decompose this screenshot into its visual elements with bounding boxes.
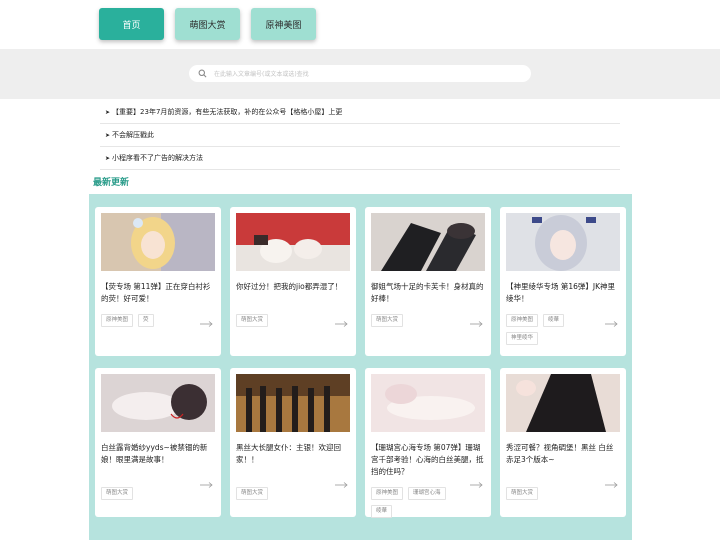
section-title: 最新更新 bbox=[93, 178, 130, 188]
post-thumbnail[interactable] bbox=[371, 374, 485, 432]
tag-list: 原神美图 绫華 神里绫华 bbox=[506, 314, 594, 345]
search-icon bbox=[198, 69, 207, 78]
notice-list: ➤ 【重要】23年7月前资源，有些无法获取，补的在公众号【格格小屋】上更 ➤ 不会解… bbox=[100, 101, 620, 170]
post-card[interactable]: 秀涩可餐？视角碉堡！黑丝 白丝 赤足3个版本~ 萌图大赏 bbox=[500, 368, 626, 517]
post-thumbnail[interactable] bbox=[506, 213, 620, 271]
notice-text: 不会解压戳此 bbox=[112, 131, 155, 139]
search-band: 在此输入文章编号(或文本或选)查找 bbox=[0, 49, 720, 99]
tag[interactable]: 神里绫华 bbox=[506, 332, 539, 345]
post-title[interactable]: 秀涩可餐？视角碉堡！黑丝 白丝 赤足3个版本~ bbox=[506, 442, 620, 479]
arrow-right-icon[interactable] bbox=[605, 321, 618, 327]
post-thumbnail[interactable] bbox=[101, 213, 215, 271]
nav-cute-images-button[interactable]: 萌图大赏 bbox=[175, 8, 240, 40]
tag[interactable]: 萌图大赏 bbox=[371, 314, 404, 327]
tag[interactable]: 原神美图 bbox=[371, 487, 404, 500]
arrow-right-icon[interactable] bbox=[470, 321, 483, 327]
post-card[interactable]: 【神里绫华专场 第16弹】JK神里绫华！ 原神美图 绫華 神里绫华 bbox=[500, 207, 626, 356]
tag[interactable]: 萌图大赏 bbox=[506, 487, 539, 500]
arrow-right-icon[interactable] bbox=[470, 482, 483, 488]
tag[interactable]: 萌图大赏 bbox=[236, 314, 269, 327]
tag[interactable]: 原神美图 bbox=[506, 314, 539, 327]
arrow-right-icon[interactable] bbox=[335, 321, 348, 327]
tag[interactable]: 萌图大赏 bbox=[236, 487, 269, 500]
tag-list: 萌图大赏 bbox=[236, 487, 324, 500]
tag-list: 萌图大赏 bbox=[506, 487, 594, 500]
post-thumbnail[interactable] bbox=[236, 213, 350, 271]
tag[interactable]: 绫華 bbox=[371, 505, 393, 518]
triangle-right-icon: ➤ bbox=[105, 108, 111, 116]
tag[interactable]: 绫華 bbox=[543, 314, 565, 327]
search-input[interactable]: 在此输入文章编号(或文本或选)查找 bbox=[189, 65, 531, 82]
post-card[interactable]: 你好过分！把我的jio都弄湿了！ 萌图大赏 bbox=[230, 207, 356, 356]
post-card[interactable]: 白丝露背婚纱yyds~被禁锢的新娘！眼里满是故事！ 萌图大赏 bbox=[95, 368, 221, 517]
post-title[interactable]: 【珊瑚宫心海专场 第07弹】珊瑚宫千部考验！心海的白丝美腿，抵挡的住吗？ bbox=[371, 442, 485, 479]
arrow-right-icon[interactable] bbox=[200, 482, 213, 488]
post-title[interactable]: 【神里绫华专场 第16弹】JK神里绫华！ bbox=[506, 281, 620, 306]
notice-item[interactable]: ➤ 不会解压戳此 bbox=[100, 124, 620, 147]
latest-updates-panel: 【荧专场 第11弹】正在穿白衬衫的荧！好可爱！ 原神美图 荧 你好过分！把我的j… bbox=[89, 194, 632, 540]
tag[interactable]: 萌图大赏 bbox=[101, 487, 134, 500]
post-card[interactable]: 【珊瑚宫心海专场 第07弹】珊瑚宫千部考验！心海的白丝美腿，抵挡的住吗？ 原神美… bbox=[365, 368, 491, 518]
nav-genshin-images-button[interactable]: 原神美图 bbox=[251, 8, 316, 40]
post-card[interactable]: 御姐气场十足的卡芙卡！身材真的好棒！ 萌图大赏 bbox=[365, 207, 491, 356]
post-thumbnail[interactable] bbox=[371, 213, 485, 271]
tag-list: 萌图大赏 bbox=[101, 487, 189, 500]
tag[interactable]: 原神美图 bbox=[101, 314, 134, 327]
notice-item[interactable]: ➤ 【重要】23年7月前资源，有些无法获取，补的在公众号【格格小屋】上更 bbox=[100, 101, 620, 124]
post-card[interactable]: 黑丝大长腿女仆：主银！欢迎回家！！ 萌图大赏 bbox=[230, 368, 356, 517]
post-title[interactable]: 黑丝大长腿女仆：主银！欢迎回家！！ bbox=[236, 442, 350, 479]
post-title[interactable]: 【荧专场 第11弹】正在穿白衬衫的荧！好可爱！ bbox=[101, 281, 215, 306]
tag-list: 萌图大赏 bbox=[371, 314, 459, 327]
post-thumbnail[interactable] bbox=[236, 374, 350, 432]
tag-list: 萌图大赏 bbox=[236, 314, 324, 327]
triangle-right-icon: ➤ bbox=[105, 154, 111, 162]
tag-list: 原神美图 荧 bbox=[101, 314, 189, 327]
post-title[interactable]: 御姐气场十足的卡芙卡！身材真的好棒！ bbox=[371, 281, 485, 306]
arrow-right-icon[interactable] bbox=[200, 321, 213, 327]
post-thumbnail[interactable] bbox=[101, 374, 215, 432]
tag[interactable]: 珊瑚宫心海 bbox=[408, 487, 446, 500]
nav-home-button[interactable]: 首页 bbox=[99, 8, 164, 40]
post-title[interactable]: 你好过分！把我的jio都弄湿了！ bbox=[236, 281, 350, 306]
post-title[interactable]: 白丝露背婚纱yyds~被禁锢的新娘！眼里满是故事！ bbox=[101, 442, 215, 479]
tag-list: 原神美图 珊瑚宫心海 绫華 bbox=[371, 487, 459, 518]
notice-text: 【重要】23年7月前资源，有些无法获取，补的在公众号【格格小屋】上更 bbox=[112, 108, 343, 116]
post-card[interactable]: 【荧专场 第11弹】正在穿白衬衫的荧！好可爱！ 原神美图 荧 bbox=[95, 207, 221, 356]
triangle-right-icon: ➤ bbox=[105, 131, 111, 139]
post-thumbnail[interactable] bbox=[506, 374, 620, 432]
search-placeholder: 在此输入文章编号(或文本或选)查找 bbox=[214, 71, 309, 78]
top-nav: 首页 萌图大赏 原神美图 bbox=[99, 8, 316, 40]
arrow-right-icon[interactable] bbox=[335, 482, 348, 488]
notice-text: 小程序看不了广告的解决方法 bbox=[112, 154, 204, 162]
arrow-right-icon[interactable] bbox=[605, 482, 618, 488]
notice-item[interactable]: ➤ 小程序看不了广告的解决方法 bbox=[100, 147, 620, 170]
tag[interactable]: 荧 bbox=[138, 314, 154, 327]
